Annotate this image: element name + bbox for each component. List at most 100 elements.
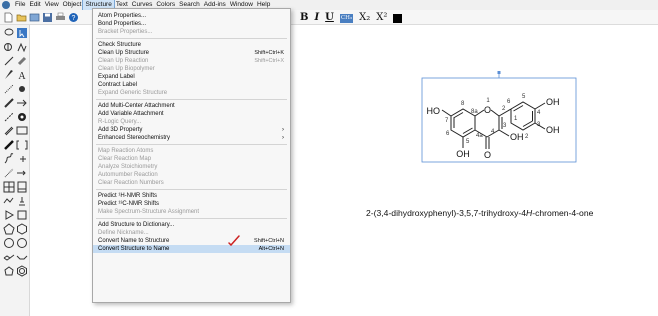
molecule-structure[interactable]: O HO OH OH OH OH O 1 2 3 4 4a 5 6 7 8 8a…: [414, 70, 584, 170]
menu-item-label: Clear Reaction Numbers: [98, 180, 164, 186]
chain-icon[interactable]: [16, 41, 28, 53]
bold-button[interactable]: B: [300, 11, 308, 25]
menu-item-label: Add Structure to Dictionary...: [98, 222, 175, 228]
atom-oh3p: OH: [546, 125, 560, 135]
cyclopentane-icon[interactable]: [3, 265, 15, 277]
drawing-elements-icon[interactable]: [16, 125, 28, 137]
structure-perspective-icon[interactable]: [3, 41, 15, 53]
templates-icon[interactable]: [29, 12, 40, 23]
underline-button[interactable]: U: [325, 11, 334, 25]
num-1p: 1: [514, 116, 518, 122]
menu-item-r-logic-query[interactable]: R-Logic Query...: [93, 118, 290, 126]
num-4a: 4a: [476, 133, 483, 139]
menu-item-convert-name-to-structure[interactable]: Convert Name to Structure Shift+Ctrl+N: [93, 237, 290, 245]
single-bond-icon[interactable]: [3, 55, 15, 67]
menu-item-clean-up-biopolymer[interactable]: Clean Up Biopolymer: [93, 65, 290, 73]
menu-item-autonumber-reaction[interactable]: Automumber Reaction: [93, 171, 290, 179]
menu-item-enhanced-stereochemistry[interactable]: Enhanced Stereochemistry ›: [93, 134, 290, 142]
tlc-plate-icon[interactable]: [16, 181, 28, 193]
heptagon-template-icon[interactable]: [3, 237, 15, 249]
help-icon[interactable]: ?: [68, 12, 79, 23]
new-document-icon[interactable]: [3, 12, 14, 23]
menu-item-add-multi-center-attachment[interactable]: Add Multi-Center Attachment: [93, 102, 290, 110]
menu-item-shortcut: Shift+Ctrl+N: [254, 238, 284, 244]
menu-item-add-structure-to-dictionary[interactable]: Add Structure to Dictionary...: [93, 221, 290, 229]
num-6: 6: [446, 131, 450, 137]
menu-item-expand-generic-structure[interactable]: Expand Generic Structure: [93, 89, 290, 97]
color-swatch-button[interactable]: [393, 13, 403, 23]
menu-item-bracket-properties[interactable]: Bracket Properties...: [93, 28, 290, 36]
atom-o4: O: [484, 150, 491, 160]
pen-tool-icon[interactable]: [16, 83, 28, 95]
menu-item-check-structure[interactable]: Check Structure: [93, 41, 290, 49]
octagon-template-icon[interactable]: [16, 237, 28, 249]
reaction-arrow-icon[interactable]: [16, 167, 28, 179]
bold-wedge-icon[interactable]: [3, 139, 15, 151]
menu-item-analyze-stoichiometry[interactable]: Analyze Stoichiometry: [93, 163, 290, 171]
italic-button[interactable]: I: [314, 11, 319, 25]
menu-item-label: Predict ¹H-NMR Shifts: [98, 193, 158, 199]
atom-oh5: OH: [456, 149, 470, 159]
lasso-icon[interactable]: [3, 27, 15, 39]
chemical-name-label[interactable]: 2-(3,4-dihydroxyphenyl)-3,5,7-trihydroxy…: [366, 208, 593, 218]
cyclohexane-boat-icon[interactable]: [16, 251, 28, 263]
arrow-tool-icon[interactable]: [16, 97, 28, 109]
menu-item-label: R-Logic Query...: [98, 119, 142, 125]
charge-icon[interactable]: [16, 153, 28, 165]
menu-item-predict-1h-nmr[interactable]: Predict ¹H-NMR Shifts: [93, 192, 290, 200]
chemical-style-button[interactable]: CH₃: [339, 13, 354, 23]
dashed-bond-icon[interactable]: [3, 111, 15, 123]
menu-file[interactable]: File: [13, 0, 27, 10]
cyclohexane-chair-icon[interactable]: [3, 251, 15, 263]
menu-item-expand-label[interactable]: Expand Label: [93, 73, 290, 81]
menu-item-define-nickname[interactable]: Define Nickname...: [93, 229, 290, 237]
query-tool-icon[interactable]: [3, 195, 15, 207]
pentagon-template-icon[interactable]: [3, 223, 15, 235]
menu-item-clear-reaction-map[interactable]: Clear Reaction Map: [93, 155, 290, 163]
menu-item-spectrum-structure-assignment[interactable]: Make Spectrum-Structure Assignment: [93, 208, 290, 216]
menu-item-clean-up-structure[interactable]: Clean Up Structure Shift+Ctrl+K: [93, 49, 290, 57]
menu-item-bond-properties[interactable]: Bond Properties...: [93, 20, 290, 28]
hollow-wedge-icon[interactable]: [3, 167, 15, 179]
menu-item-map-reaction-atoms[interactable]: Map Reaction Atoms: [93, 147, 290, 155]
menu-item-clean-up-reaction[interactable]: Clean Up Reaction Shift+Ctrl+X: [93, 57, 290, 65]
molecule-bonds: [441, 101, 546, 149]
menu-item-atom-properties[interactable]: Atom Properties...: [93, 12, 290, 20]
red-checkmark-icon: [228, 235, 240, 246]
menu-item-clear-reaction-numbers[interactable]: Clear Reaction Numbers: [93, 179, 290, 187]
menu-item-label: Define Nickname...: [98, 230, 149, 236]
menu-edit[interactable]: Edit: [27, 0, 42, 10]
bold-bond-icon[interactable]: [3, 97, 15, 109]
menu-item-add-variable-attachment[interactable]: Add Variable Attachment: [93, 110, 290, 118]
menu-view[interactable]: View: [43, 0, 61, 10]
open-folder-icon[interactable]: [16, 12, 27, 23]
marquee-icon[interactable]: [16, 27, 28, 39]
subscript-button[interactable]: X₂: [359, 11, 370, 25]
print-icon[interactable]: [55, 12, 66, 23]
chemical-symbols-icon[interactable]: [16, 195, 28, 207]
eraser-icon[interactable]: [16, 55, 28, 67]
triangle-template-icon[interactable]: [3, 209, 15, 221]
save-icon[interactable]: [42, 12, 53, 23]
benzene-icon[interactable]: [16, 265, 28, 277]
menu-item-add-3d-property[interactable]: Add 3D Property ›: [93, 126, 290, 134]
menu-item-convert-structure-to-name[interactable]: Convert Structure to Name Alt+Ctrl+N: [93, 245, 290, 253]
rotation-handle-knob[interactable]: [497, 71, 501, 74]
wedge-bond-icon[interactable]: [3, 69, 15, 81]
menu-object[interactable]: Object: [61, 0, 84, 10]
wavy-bond-icon[interactable]: [3, 153, 15, 165]
square-template-icon[interactable]: [16, 209, 28, 221]
hexagon-template-icon[interactable]: [16, 223, 28, 235]
table-icon[interactable]: [3, 181, 15, 193]
menu-item-contract-label[interactable]: Contract Label: [93, 81, 290, 89]
text-tool-icon[interactable]: A: [16, 69, 28, 81]
orbital-icon[interactable]: [16, 111, 28, 123]
chemical-name-suffix: -chromen-4-one: [532, 208, 594, 218]
brackets-icon[interactable]: [16, 139, 28, 151]
hashed-bond-icon[interactable]: [3, 83, 15, 95]
menu-item-label: Add Variable Attachment: [98, 111, 164, 117]
menu-item-predict-13c-nmr[interactable]: Predict ¹³C-NMR Shifts: [93, 200, 290, 208]
double-bond-icon[interactable]: [3, 125, 15, 137]
menu-separator: [96, 144, 287, 145]
superscript-button[interactable]: X²: [376, 11, 387, 25]
